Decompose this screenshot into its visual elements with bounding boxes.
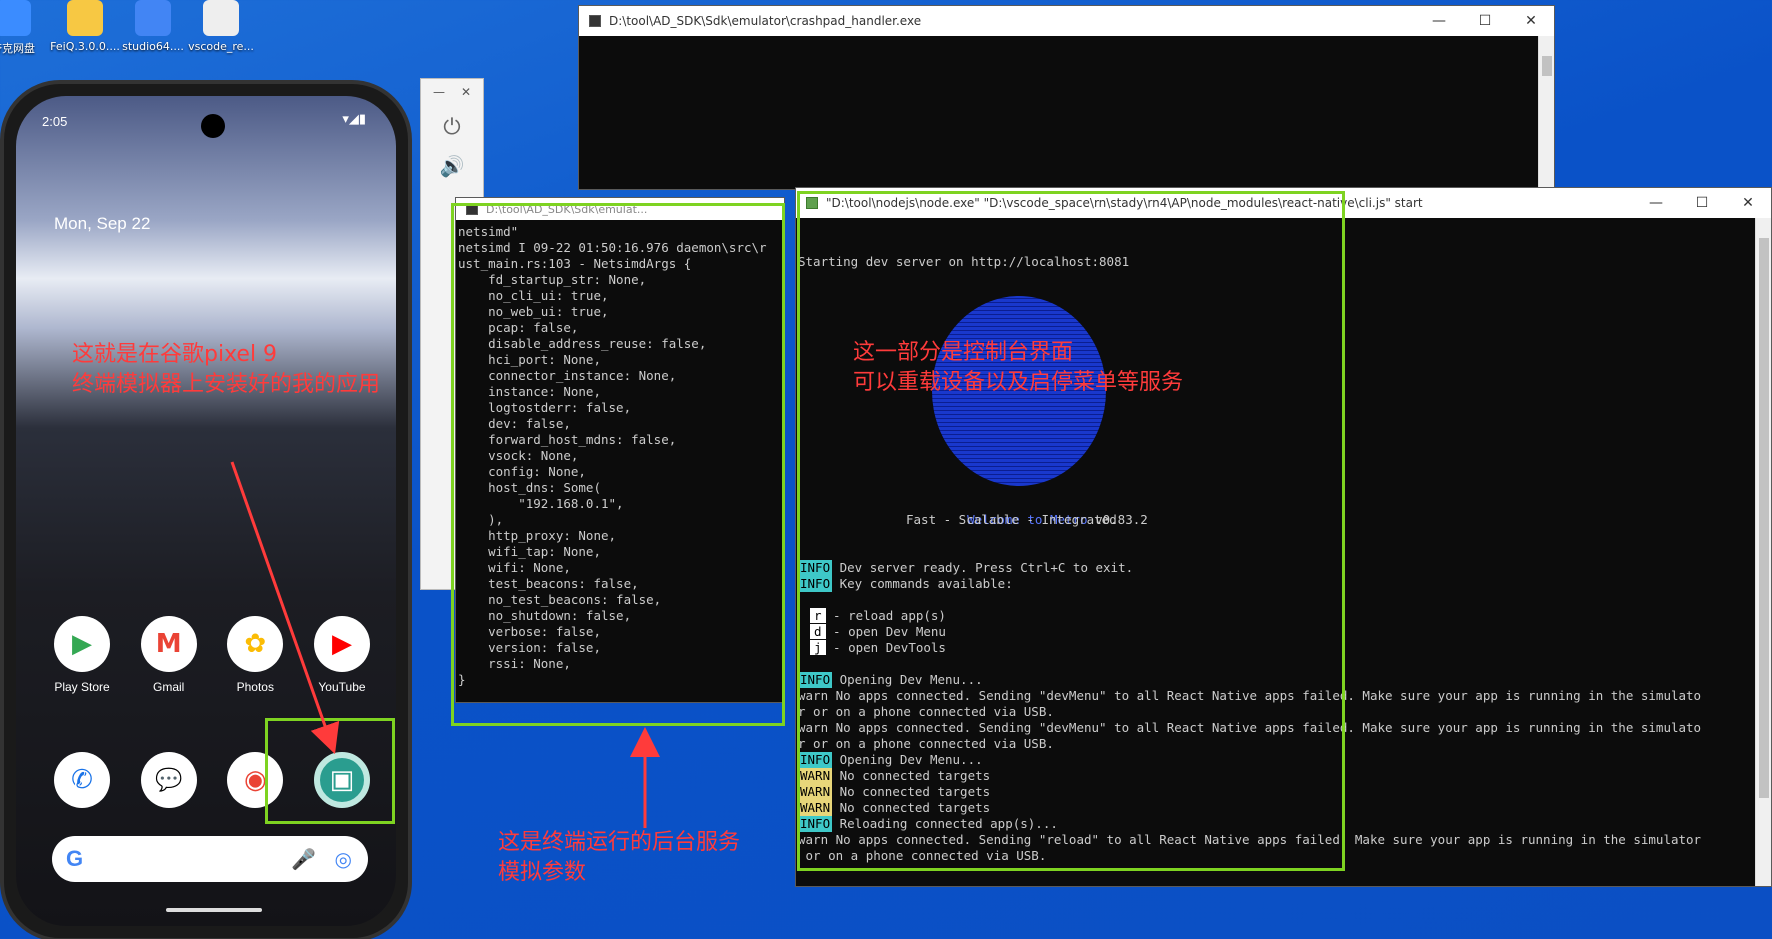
desktop-icon-vscode[interactable]: vscode_re... <box>186 0 256 53</box>
phone-annotation: 这就是在谷歌pixel 9 终端模拟器上安装好的我的应用 <box>72 342 381 397</box>
power-icon[interactable]: ⏻ <box>421 115 483 140</box>
messages-app[interactable]: 💬 <box>139 752 199 808</box>
front-camera <box>201 114 225 138</box>
toolbar-controls: — ✕ <box>421 79 483 105</box>
gmail-app[interactable]: M Gmail <box>139 616 199 694</box>
file-icon <box>203 0 239 36</box>
app-row-1: ▶ Play Store M Gmail ✿ Photos ▶ YouTube <box>52 616 372 694</box>
lens-icon[interactable]: ◎ <box>335 847 352 871</box>
maximize-button[interactable]: ☐ <box>1679 188 1725 218</box>
desktop-icon-quark[interactable]: 夸克网盘 <box>0 0 48 56</box>
scrollbar[interactable] <box>1538 36 1554 189</box>
phone-icon: ✆ <box>54 752 110 808</box>
mic-icon[interactable]: 🎤 <box>291 847 316 871</box>
photos-icon: ✿ <box>227 616 284 672</box>
youtube-app[interactable]: ▶ YouTube <box>312 616 372 694</box>
desktop-icon-studio[interactable]: studio64.... <box>118 0 188 53</box>
volume-icon[interactable]: 🔊 <box>421 154 483 178</box>
minimize-button[interactable]: — <box>1416 6 1462 36</box>
home-gesture-bar[interactable] <box>166 908 262 912</box>
photos-app[interactable]: ✿ Photos <box>225 616 285 694</box>
play-store-icon: ▶ <box>54 616 110 672</box>
app-highlight-box <box>265 718 395 824</box>
messages-icon: 💬 <box>140 752 197 808</box>
google-icon: G <box>66 846 84 871</box>
close-button[interactable]: ✕ <box>1508 6 1554 36</box>
console-icon <box>589 15 601 27</box>
youtube-icon: ▶ <box>313 616 370 672</box>
crashpad-titlebar[interactable]: D:\tool\AD_SDK\Sdk\emulator\crashpad_han… <box>579 6 1554 36</box>
close-button[interactable]: ✕ <box>1725 188 1771 218</box>
netsim-highlight-box <box>451 203 785 726</box>
console-annotation: 这一部分是控制台界面 可以重载设备以及启停菜单等服务 <box>853 340 1184 395</box>
wifi-icon: ▾◢▮ <box>342 112 366 127</box>
gmail-icon: M <box>140 616 197 672</box>
cloud-drive-icon <box>0 0 31 36</box>
phone-app[interactable]: ✆ <box>52 752 112 808</box>
google-search-bar[interactable]: G 🎤 ◎ <box>52 836 368 882</box>
android-studio-icon <box>135 0 171 36</box>
desktop-icon-feiq[interactable]: FeiQ.3.0.0.... <box>50 0 120 53</box>
lockscreen-date: Mon, Sep 22 <box>54 214 151 233</box>
status-time: 2:05 <box>42 114 68 129</box>
scrollbar[interactable] <box>1755 218 1771 886</box>
metro-highlight-box <box>797 191 1345 871</box>
minimize-button[interactable]: — <box>1633 188 1679 218</box>
service-annotation: 这是终端运行的后台服务 模拟参数 <box>498 830 741 885</box>
maximize-button[interactable]: ☐ <box>1462 6 1508 36</box>
feiq-icon <box>67 0 103 36</box>
close-icon[interactable]: ✕ <box>461 85 471 99</box>
minimize-icon[interactable]: — <box>433 85 445 99</box>
crashpad-window[interactable]: D:\tool\AD_SDK\Sdk\emulator\crashpad_han… <box>578 5 1555 190</box>
play-store-app[interactable]: ▶ Play Store <box>52 616 112 694</box>
